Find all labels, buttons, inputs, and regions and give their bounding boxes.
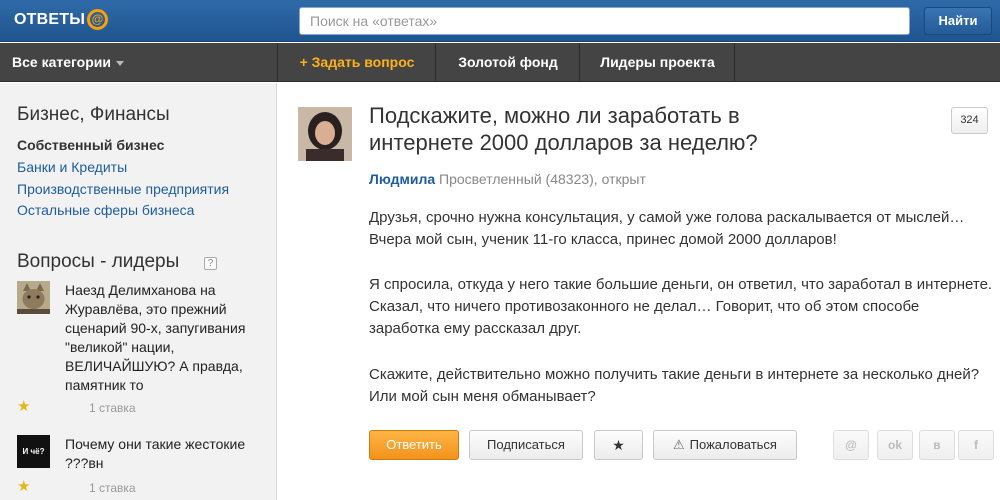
category-title: Бизнес, Финансы (17, 104, 170, 125)
sidebar-link-banks[interactable]: Банки и Кредиты (17, 159, 127, 175)
top-header: ОТВЕТЫ @ Поиск на «ответах» Найти (0, 0, 1000, 42)
leader-bets: 1 ставка (89, 401, 136, 415)
all-categories-dropdown[interactable]: Все категории (0, 43, 278, 82)
search-button[interactable]: Найти (924, 7, 992, 35)
author-name-link[interactable]: Людмила (369, 171, 435, 187)
sidebar-link-other[interactable]: Остальные сферы бизнеса (17, 202, 194, 218)
leader-question-text: Наезд Делимханова на Журавлёва, это преж… (65, 282, 246, 393)
question-title: Подскажите, можно ли заработать в интерн… (369, 103, 758, 155)
leader-avatar-1 (17, 281, 50, 314)
star-icon: ★ (17, 478, 31, 495)
share-facebook-icon[interactable]: f (958, 430, 994, 460)
chevron-down-icon (115, 60, 124, 66)
sidebar-link-production[interactable]: Производственные предприятия (17, 181, 229, 197)
leader-avatar-2: И чё? (17, 435, 50, 468)
gold-fund-tab[interactable]: Золотой фонд (437, 43, 580, 82)
author-avatar[interactable] (298, 107, 352, 161)
sidebar: Бизнес, Финансы Собственный бизнес Банки… (0, 83, 277, 500)
report-button[interactable]: ⚠ Пожаловаться (653, 430, 797, 460)
leader-bets: 1 ставка (89, 481, 136, 495)
author-info: Просветленный (48323), открыт (439, 171, 646, 187)
share-mail-icon[interactable]: @ (833, 430, 869, 460)
leader-question-2[interactable]: И чё? Почему они такие жестокие ???вн ★ … (17, 435, 267, 500)
leaders-title: Вопросы - лидеры (17, 251, 180, 272)
all-categories-label: Все категории (12, 54, 111, 70)
question-paragraph-1: Друзья, срочно нужна консультация, у сам… (369, 209, 965, 248)
star-icon: ★ (17, 398, 31, 415)
question-paragraph-3: Скажите, действительно можно получить та… (369, 366, 980, 405)
current-subcategory: Собственный бизнес (17, 137, 165, 153)
logo-at-icon: @ (87, 9, 109, 30)
share-vk-icon[interactable]: в (919, 430, 955, 460)
favorite-button[interactable]: ★ (594, 430, 643, 460)
views-counter: 324 (951, 107, 988, 134)
warning-icon: ⚠ (673, 437, 685, 452)
ask-question-button[interactable]: + Задать вопрос (279, 43, 436, 82)
answer-button[interactable]: Ответить (369, 430, 459, 460)
question-paragraph-2: Я спросила, откуда у него такие большие … (369, 276, 993, 337)
project-leaders-tab[interactable]: Лидеры проекта (581, 43, 735, 82)
report-label: Пожаловаться (689, 437, 777, 452)
logo[interactable]: ОТВЕТЫ @ (14, 9, 109, 30)
search-input[interactable]: Поиск на «ответах» (299, 7, 910, 35)
subscribe-button[interactable]: Подписаться (469, 430, 583, 460)
logo-text: ОТВЕТЫ (14, 10, 86, 28)
leader-question-text: Почему они такие жестокие ???вн (65, 436, 246, 471)
nav-bar: Все категории + Задать вопрос Золотой фо… (0, 43, 1000, 82)
help-icon[interactable]: ? (204, 257, 217, 270)
leader-question-1[interactable]: Наезд Делимханова на Журавлёва, это преж… (17, 281, 267, 421)
share-ok-icon[interactable]: ok (877, 430, 913, 460)
question-author: Людмила Просветленный (48323), открыт (369, 171, 646, 187)
